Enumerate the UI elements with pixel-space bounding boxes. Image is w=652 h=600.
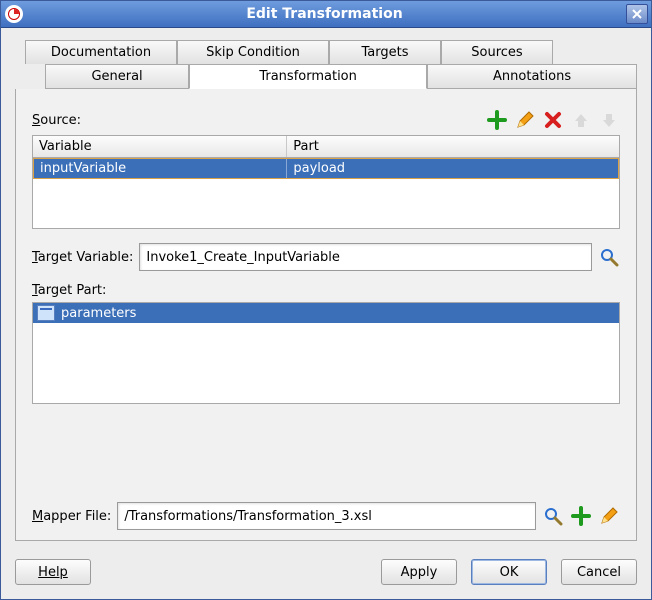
tab-general[interactable]: General: [45, 64, 189, 89]
target-part-list: parameters: [32, 302, 620, 404]
mapper-file-label: Mapper File:: [32, 509, 111, 524]
add-source-button[interactable]: [486, 109, 508, 131]
mapper-file-input[interactable]: [117, 502, 536, 530]
source-header: Source:: [32, 109, 620, 131]
ok-button[interactable]: OK: [471, 559, 547, 585]
source-toolbar: [486, 109, 620, 131]
tab-transformation[interactable]: Transformation: [189, 64, 427, 89]
target-variable-label: Target Variable:: [32, 250, 133, 265]
column-part[interactable]: Part: [287, 136, 619, 157]
source-label: Source:: [32, 113, 486, 128]
target-part-item-label: parameters: [61, 306, 136, 321]
window-title: Edit Transformation: [23, 6, 626, 22]
column-variable[interactable]: Variable: [33, 136, 287, 157]
window-close-button[interactable]: [626, 4, 648, 24]
footer-right: Apply OK Cancel: [381, 559, 637, 585]
move-up-button: [570, 109, 592, 131]
tab-container: Documentation Skip Condition Targets Sou…: [15, 40, 637, 89]
cell-variable: inputVariable: [34, 159, 287, 178]
move-down-button: [598, 109, 620, 131]
target-part-label: Target Part:: [32, 283, 620, 298]
new-mapper-file-button[interactable]: [570, 505, 592, 527]
dialog-footer: Help Apply OK Cancel: [1, 549, 651, 599]
tab-targets[interactable]: Targets: [329, 40, 441, 64]
tab-row-lower: General Transformation Annotations: [45, 64, 637, 89]
delete-source-button[interactable]: [542, 109, 564, 131]
apply-button[interactable]: Apply: [381, 559, 457, 585]
cell-part: payload: [287, 159, 618, 178]
edit-source-button[interactable]: [514, 109, 536, 131]
app-icon: [5, 5, 23, 23]
cancel-button[interactable]: Cancel: [561, 559, 637, 585]
tab-annotations[interactable]: Annotations: [427, 64, 637, 89]
titlebar: Edit Transformation: [1, 1, 651, 28]
browse-mapper-file-button[interactable]: [542, 505, 564, 527]
tab-documentation[interactable]: Documentation: [25, 40, 177, 64]
help-button[interactable]: Help: [15, 559, 91, 585]
part-icon: [37, 305, 55, 321]
browse-target-variable-button[interactable]: [598, 246, 620, 268]
source-table-row[interactable]: inputVariable payload: [33, 158, 619, 179]
tab-skip-condition[interactable]: Skip Condition: [177, 40, 329, 64]
help-button-label: Help: [38, 565, 68, 580]
dialog-body: Documentation Skip Condition Targets Sou…: [1, 28, 651, 549]
tab-sources[interactable]: Sources: [441, 40, 553, 64]
mapper-file-row: Mapper File:: [32, 502, 620, 530]
dialog-window: Edit Transformation Documentation Skip C…: [0, 0, 652, 600]
source-table-header: Variable Part: [33, 136, 619, 158]
tab-panel-transformation: Source:: [15, 89, 637, 541]
edit-mapper-file-button[interactable]: [598, 505, 620, 527]
target-variable-input[interactable]: [139, 243, 592, 271]
source-table-body: inputVariable payload: [33, 158, 619, 228]
tab-row-upper: Documentation Skip Condition Targets Sou…: [25, 40, 637, 64]
source-table: Variable Part inputVariable payload: [32, 135, 620, 229]
target-part-section: Target Part: parameters: [32, 283, 620, 404]
target-part-row[interactable]: parameters: [33, 303, 619, 323]
target-variable-row: Target Variable:: [32, 243, 620, 271]
